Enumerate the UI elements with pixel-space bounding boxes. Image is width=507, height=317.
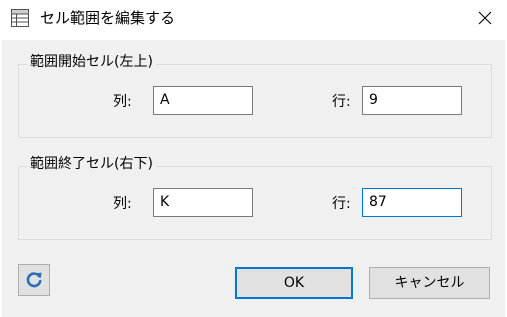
refresh-button[interactable] <box>18 264 50 296</box>
end-column-input[interactable]: K <box>153 188 253 217</box>
cancel-button[interactable]: キャンセル <box>369 267 490 299</box>
range-end-group-title: 範囲終了セル(右下) <box>27 154 156 174</box>
end-column-label: 列: <box>113 196 132 212</box>
end-row-label: 行: <box>332 196 351 212</box>
window-title: セル範囲を編集する <box>40 9 176 27</box>
start-column-input[interactable]: A <box>153 86 253 115</box>
close-icon <box>478 11 492 25</box>
start-row-input[interactable]: 9 <box>362 86 462 115</box>
start-column-label: 列: <box>113 94 132 110</box>
close-button[interactable] <box>463 0 507 36</box>
end-row-input[interactable]: 87 <box>362 188 462 217</box>
edit-cell-range-dialog: セル範囲を編集する 範囲開始セル(左上) 列: A 行: 9 範囲終了セル(右下… <box>0 0 507 317</box>
range-start-group: 範囲開始セル(左上) 列: A 行: 9 <box>18 52 492 138</box>
range-start-group-title: 範囲開始セル(左上) <box>27 52 156 72</box>
title-bar: セル範囲を編集する <box>0 0 507 38</box>
start-row-label: 行: <box>332 94 351 110</box>
spreadsheet-icon <box>11 9 29 27</box>
refresh-icon <box>26 272 42 288</box>
dialog-client-area: 範囲開始セル(左上) 列: A 行: 9 範囲終了セル(右下) 列: K 行: … <box>2 40 505 317</box>
range-end-group: 範囲終了セル(右下) 列: K 行: 87 <box>18 154 492 240</box>
ok-button[interactable]: OK <box>235 267 353 299</box>
